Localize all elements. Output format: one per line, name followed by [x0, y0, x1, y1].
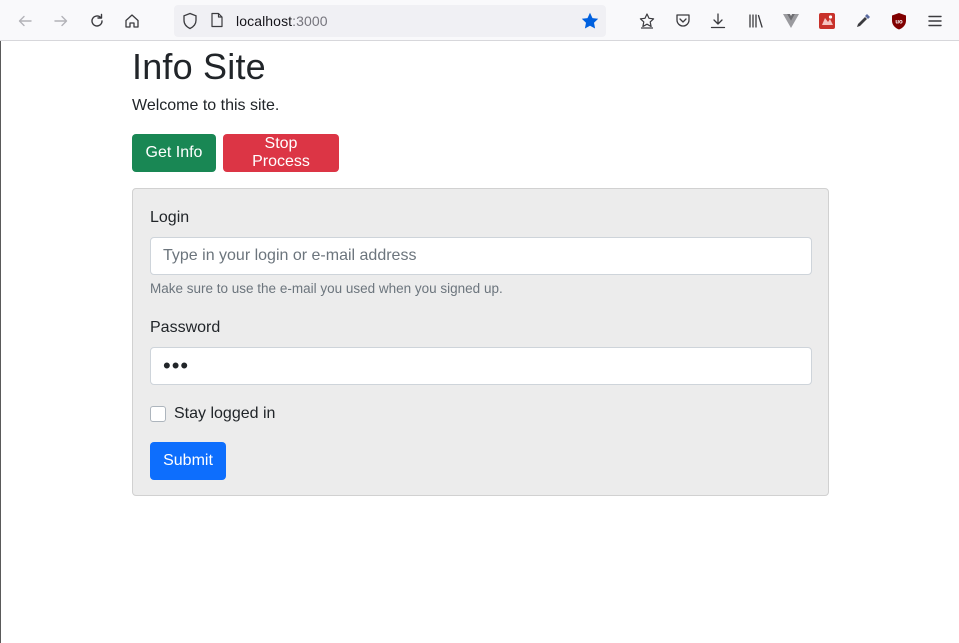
- home-icon: [125, 14, 139, 28]
- back-button[interactable]: [12, 8, 38, 34]
- forward-arrow-icon: [54, 15, 68, 27]
- pocket-icon: [676, 14, 690, 27]
- login-help-text: Make sure to use the e-mail you used whe…: [150, 281, 503, 296]
- page-info-icon[interactable]: [210, 12, 224, 28]
- ublock-shield-icon: uo: [892, 13, 906, 30]
- page-content: Info Site Welcome to this site. Get Info…: [0, 41, 959, 643]
- eyedropper-button[interactable]: [850, 8, 876, 34]
- pocket-button[interactable]: [670, 8, 696, 34]
- tracking-shield-icon[interactable]: [182, 12, 198, 30]
- eyedropper-icon: [857, 14, 870, 27]
- bookmark-star-icon[interactable]: [580, 11, 600, 31]
- browser-toolbar: localhost:3000 uo: [0, 0, 959, 41]
- firefox-view-button[interactable]: [634, 8, 660, 34]
- login-input[interactable]: [150, 237, 812, 275]
- page-title: Info Site: [132, 46, 266, 87]
- app-menu-button[interactable]: [922, 8, 948, 34]
- login-form-card: Login Make sure to use the e-mail you us…: [132, 188, 829, 496]
- password-label: Password: [150, 319, 221, 336]
- vue-logo-icon: [783, 14, 799, 28]
- ublock-button[interactable]: uo: [886, 8, 912, 34]
- stay-logged-in-checkbox[interactable]: [150, 406, 166, 422]
- stay-logged-in-label[interactable]: Stay logged in: [174, 405, 275, 423]
- home-button[interactable]: [119, 8, 145, 34]
- library-icon: [749, 14, 763, 28]
- welcome-text: Welcome to this site.: [132, 97, 280, 114]
- submit-button[interactable]: Submit: [150, 442, 226, 480]
- reload-icon: [91, 13, 103, 27]
- login-label: Login: [150, 209, 190, 226]
- library-button[interactable]: [743, 8, 769, 34]
- extension-red-icon: [819, 13, 835, 29]
- star-list-icon: [639, 13, 655, 29]
- download-icon: [710, 13, 726, 29]
- back-arrow-icon: [18, 15, 32, 27]
- url-host: localhost: [236, 13, 293, 29]
- downloads-button[interactable]: [705, 8, 731, 34]
- url-text[interactable]: localhost:3000: [236, 13, 328, 29]
- password-input[interactable]: [150, 347, 812, 385]
- url-port: :3000: [292, 13, 328, 29]
- forward-button[interactable]: [48, 8, 74, 34]
- reload-button[interactable]: [84, 8, 110, 34]
- stop-process-button[interactable]: Stop Process: [223, 134, 339, 172]
- svg-text:uo: uo: [895, 20, 903, 26]
- extension-red-button[interactable]: [814, 8, 840, 34]
- get-info-button[interactable]: Get Info: [132, 134, 216, 172]
- vue-devtools-button[interactable]: [778, 8, 804, 34]
- hamburger-menu-icon: [928, 15, 942, 27]
- url-bar[interactable]: localhost:3000: [174, 5, 606, 37]
